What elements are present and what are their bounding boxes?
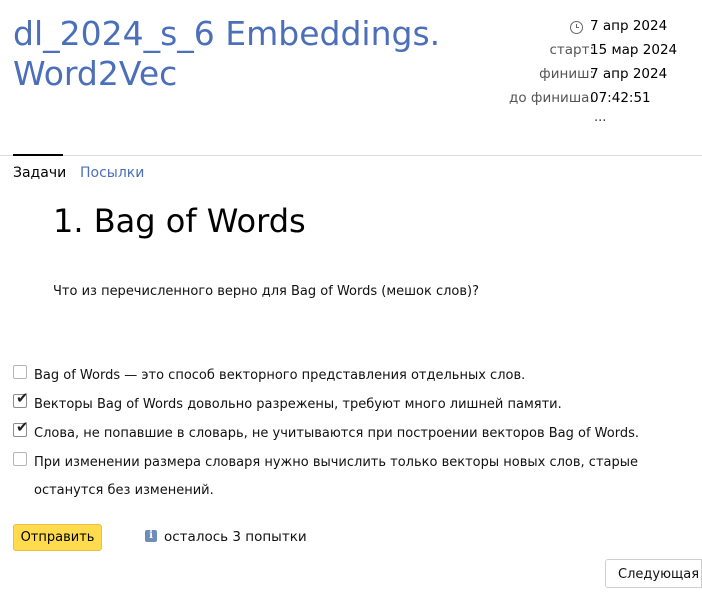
active-tab-indicator bbox=[13, 154, 63, 156]
remaining-value: 07:42:51 bbox=[590, 90, 651, 106]
attempts-remaining: осталось 3 попытки bbox=[164, 529, 307, 545]
tab-submissions[interactable]: Посылки bbox=[80, 164, 144, 182]
finish-value: 7 апр 2024 bbox=[590, 66, 668, 82]
option-checkbox[interactable] bbox=[13, 365, 27, 379]
more-info-ellipsis[interactable]: ... bbox=[594, 110, 606, 125]
option-checkbox[interactable]: ✔ bbox=[13, 389, 29, 408]
option-checkbox[interactable]: ✔ bbox=[13, 418, 29, 437]
checkmark-icon: ✔ bbox=[16, 418, 29, 436]
remaining-row: до финиша: 07:42:51 bbox=[509, 90, 702, 110]
problem-title: 1. Bag of Words bbox=[53, 202, 306, 240]
finish-row: финиш: 7 апр 2024 bbox=[532, 66, 702, 86]
option-label[interactable]: Bag of Words — это способ векторного пре… bbox=[34, 362, 525, 390]
problem-question: Что из перечисленного верно для Bag of W… bbox=[53, 284, 480, 299]
current-time-row: 7 апр 2024 bbox=[532, 18, 702, 38]
option-checkbox[interactable] bbox=[13, 452, 27, 466]
start-value: 15 мар 2024 bbox=[590, 42, 678, 58]
remaining-label: до финиша: bbox=[509, 90, 594, 106]
option-label[interactable]: При изменении размера словаря нужно вычи… bbox=[34, 449, 664, 505]
finish-label: финиш: bbox=[539, 66, 594, 82]
option-label[interactable]: Векторы Bag of Words довольно разрежены,… bbox=[34, 391, 562, 419]
current-time: 7 апр 2024 bbox=[590, 18, 668, 34]
next-problem-button[interactable]: Следующая bbox=[605, 559, 702, 588]
tab-tasks[interactable]: Задачи bbox=[13, 164, 66, 182]
checkmark-icon: ✔ bbox=[16, 389, 29, 407]
submit-button[interactable]: Отправить bbox=[13, 524, 102, 551]
contest-header: dl_2024_s_6 Embeddings. Word2Vec 7 апр 2… bbox=[0, 0, 702, 156]
info-icon: i bbox=[145, 530, 157, 542]
contest-title: dl_2024_s_6 Embeddings. Word2Vec bbox=[13, 14, 441, 93]
clock-icon bbox=[570, 21, 583, 34]
start-row: старт: 15 мар 2024 bbox=[532, 42, 702, 62]
start-label: старт: bbox=[549, 42, 594, 58]
option-label[interactable]: Слова, не попавшие в словарь, не учитыва… bbox=[34, 420, 639, 448]
header-divider bbox=[0, 155, 702, 156]
